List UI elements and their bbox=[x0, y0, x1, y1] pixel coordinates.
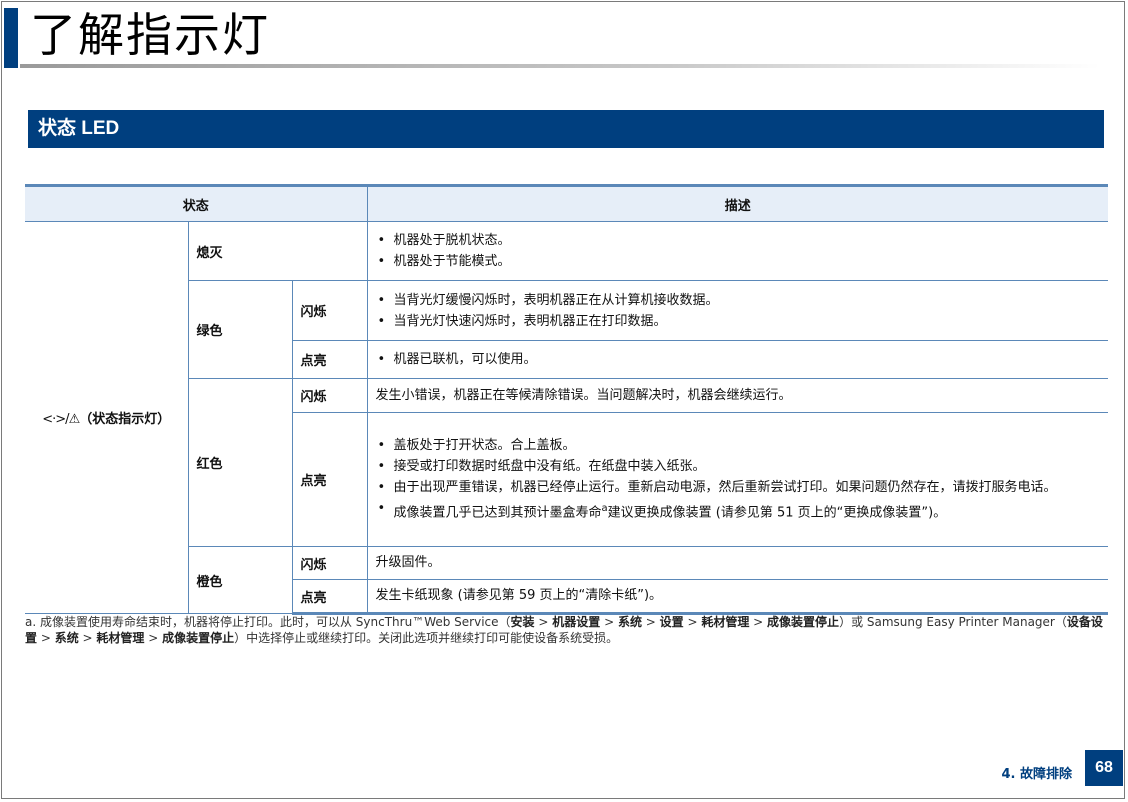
state-red-label: 红色 bbox=[188, 378, 293, 547]
state-off-label: 熄灭 bbox=[187, 221, 368, 281]
state-red-blink-desc: 发生小错误，机器正在等候清除错误。当问题解决时，机器会继续运行。 bbox=[366, 378, 1108, 413]
state-green-on-label: 点亮 bbox=[292, 340, 368, 379]
footer-section-link[interactable]: 4. 故障排除 bbox=[1001, 763, 1072, 782]
table-row: 绿色 闪烁 当背光灯缓慢闪烁时，表明机器正在从计算机接收数据。 当背光灯快速闪烁… bbox=[25, 280, 1108, 379]
led-name-cell: <·>/⚠（状态指示灯） bbox=[25, 221, 189, 614]
state-orange-label: 橙色 bbox=[188, 546, 293, 614]
list-item: 成像装置几乎已达到其预计墨盒寿命a建议更换成像装置 (请参见第 51 页上的“更… bbox=[376, 500, 1101, 521]
page-title: 了解指示灯 bbox=[30, 8, 270, 62]
table-row: <·>/⚠（状态指示灯） 熄灭 机器处于脱机状态。 机器处于节能模式。 bbox=[25, 221, 1108, 614]
list-item: 当背光灯快速闪烁时，表明机器正在打印数据。 bbox=[376, 313, 1101, 330]
page-number: 68 bbox=[1085, 750, 1123, 786]
section-header: 状态 LED bbox=[28, 110, 1104, 148]
led-status-table: 状态 描述 <·>/⚠（状态指示灯） 熄灭 机器处于脱机状态。 机器处于节能模式… bbox=[25, 184, 1108, 615]
state-orange-on-label: 点亮 bbox=[292, 579, 368, 615]
list-item: 接受或打印数据时纸盘中没有纸。在纸盘中装入纸张。 bbox=[376, 458, 1101, 475]
list-item: 当背光灯缓慢闪烁时，表明机器正在从计算机接收数据。 bbox=[376, 292, 1101, 309]
state-red-blink-label: 闪烁 bbox=[291, 378, 368, 413]
led-name: （状态指示灯） bbox=[79, 412, 171, 427]
list-item: 由于出现严重错误，机器已经停止运行。重新启动电源，然后重新尝试打印。如果问题仍然… bbox=[376, 479, 1101, 496]
state-off-desc: 机器处于脱机状态。 机器处于节能模式。 bbox=[366, 221, 1108, 281]
state-orange-blink-desc: 升级固件。 bbox=[366, 546, 1108, 580]
state-red-on-label: 点亮 bbox=[292, 412, 368, 547]
header-description: 描述 bbox=[366, 184, 1108, 222]
table-row: 橙色 闪烁 升级固件。 bbox=[25, 546, 1108, 614]
table-header-row: 状态 描述 bbox=[25, 184, 1108, 222]
table-row: 红色 闪烁 发生小错误，机器正在等候清除错误。当问题解决时，机器会继续运行。 bbox=[25, 378, 1108, 547]
state-orange-blink-label: 闪烁 bbox=[291, 546, 368, 580]
title-rule bbox=[20, 64, 1100, 68]
list-item: 机器已联机，可以使用。 bbox=[376, 351, 1101, 368]
state-red-on-desc: 盖板处于打开状态。合上盖板。 接受或打印数据时纸盘中没有纸。在纸盘中装入纸张。 … bbox=[366, 412, 1108, 547]
list-item: 机器处于节能模式。 bbox=[376, 253, 1101, 270]
state-orange-on-desc: 发生卡纸现象 (请参见第 59 页上的“清除卡纸”)。 bbox=[366, 579, 1108, 615]
header-state: 状态 bbox=[25, 184, 367, 222]
list-item: 机器处于脱机状态。 bbox=[376, 232, 1101, 249]
footnote: a. 成像装置使用寿命结束时，机器将停止打印。此时，可以从 SyncThru™W… bbox=[25, 615, 1103, 645]
title-accent-bar bbox=[4, 8, 18, 68]
network-warning-icon: <·>/⚠ bbox=[42, 412, 80, 427]
state-green-blink-desc: 当背光灯缓慢闪烁时，表明机器正在从计算机接收数据。 当背光灯快速闪烁时，表明机器… bbox=[366, 280, 1108, 341]
state-green-label: 绿色 bbox=[188, 280, 293, 379]
state-green-on-desc: 机器已联机，可以使用。 bbox=[366, 340, 1108, 379]
list-item: 盖板处于打开状态。合上盖板。 bbox=[376, 437, 1101, 454]
state-green-blink-label: 闪烁 bbox=[291, 280, 368, 341]
